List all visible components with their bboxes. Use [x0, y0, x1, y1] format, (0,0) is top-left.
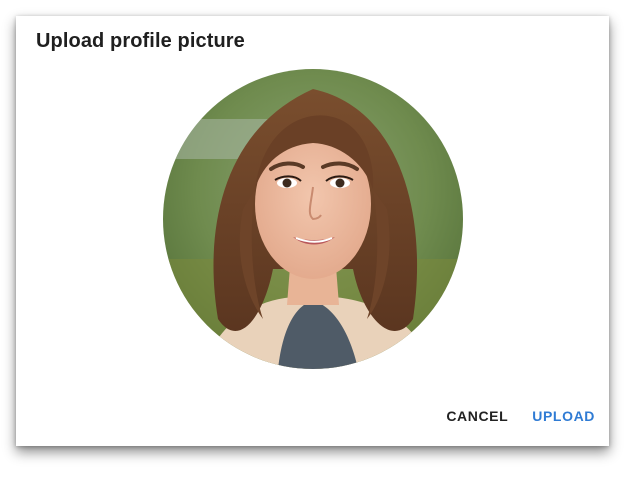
upload-profile-dialog: Upload profile picture CANCEL UPLOAD: [16, 16, 609, 446]
upload-button[interactable]: UPLOAD: [532, 400, 595, 432]
dialog-actions: CANCEL UPLOAD: [446, 400, 595, 432]
cancel-button[interactable]: CANCEL: [446, 400, 524, 432]
profile-picture-preview: [163, 69, 463, 369]
dialog-title: Upload profile picture: [36, 30, 245, 52]
screen: Upload profile picture CANCEL UPLOAD: [0, 0, 640, 478]
avatar-image: [163, 69, 463, 369]
